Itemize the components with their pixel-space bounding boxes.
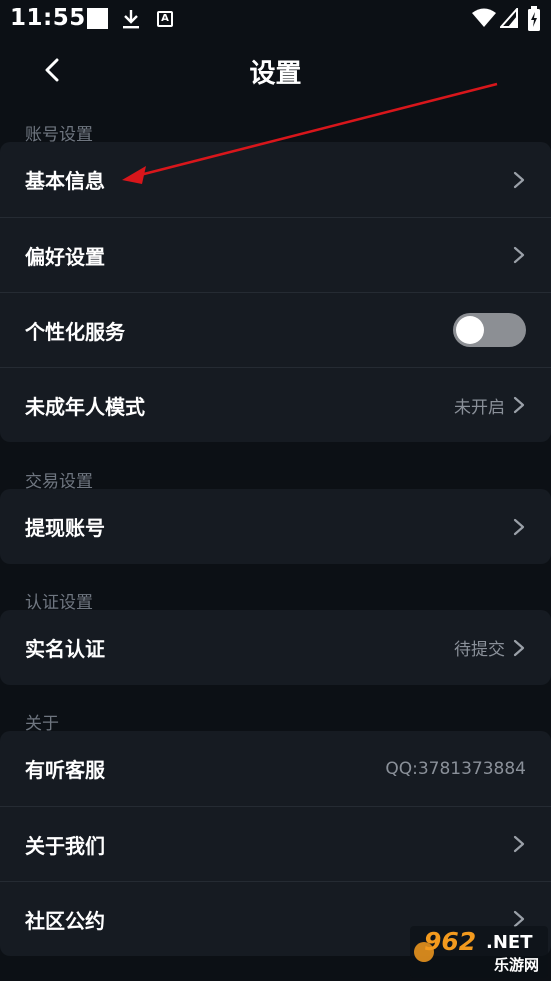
page-title: 设置 [249, 59, 302, 89]
row-label: 基本信息 [25, 169, 105, 193]
chevron-right-icon [513, 835, 525, 853]
watermark-logo: 962 .NET 乐游网 [410, 926, 548, 978]
row-label: 偏好设置 [25, 244, 105, 269]
about-us-row[interactable]: 关于我们 [0, 806, 551, 881]
row-label: 社区公约 [25, 908, 105, 933]
chevron-right-icon [513, 171, 525, 188]
row-label: 有听客服 [25, 758, 105, 782]
chevron-right-icon [513, 246, 525, 264]
personalized-service-row: 个性化服务 [0, 292, 551, 367]
customer-service-qq: QQ:3781373884 [385, 758, 526, 779]
settings-page: 11:55 A 设置 账号设置 基本信息 偏好设置 个性化服务 未成年人模式 未… [0, 0, 551, 981]
personalized-service-toggle[interactable] [453, 313, 526, 347]
chevron-right-icon [513, 639, 525, 656]
battery-icon [527, 6, 541, 36]
row-label: 个性化服务 [25, 319, 125, 344]
watermark-text: 乐游网 [494, 956, 540, 974]
trade-settings-card: 提现账号 [0, 489, 551, 564]
minor-mode-status: 未开启 [454, 397, 505, 418]
square-notification-icon [87, 8, 108, 29]
auth-settings-card: 实名认证 待提交 [0, 610, 551, 685]
chevron-right-icon [513, 518, 525, 535]
account-settings-card: 基本信息 偏好设置 个性化服务 未成年人模式 未开启 [0, 142, 551, 442]
watermark-number: 962 [424, 927, 477, 956]
chevron-right-icon [513, 396, 525, 414]
row-label: 未成年人模式 [25, 394, 145, 419]
watermark-suffix: .NET [486, 932, 533, 953]
row-label: 关于我们 [25, 833, 105, 858]
header: 设置 [0, 38, 551, 104]
toggle-knob [456, 316, 484, 344]
real-name-auth-status: 待提交 [454, 640, 505, 660]
download-icon [121, 8, 141, 34]
preference-settings-row[interactable]: 偏好设置 [0, 217, 551, 292]
basic-info-row[interactable]: 基本信息 [0, 142, 551, 217]
minor-mode-row[interactable]: 未成年人模式 未开启 [0, 367, 551, 442]
row-label: 实名认证 [25, 637, 105, 661]
status-bar: 11:55 A [0, 0, 551, 38]
row-label: 提现账号 [25, 516, 105, 540]
withdraw-account-row[interactable]: 提现账号 [0, 489, 551, 564]
signal-icon [498, 6, 518, 32]
customer-service-row[interactable]: 有听客服 QQ:3781373884 [0, 731, 551, 806]
real-name-auth-row[interactable]: 实名认证 待提交 [0, 610, 551, 685]
status-time: 11:55 [10, 5, 86, 31]
about-card: 有听客服 QQ:3781373884 关于我们 社区公约 [0, 731, 551, 956]
wifi-icon [471, 8, 497, 32]
a-notification-icon: A [157, 11, 173, 27]
